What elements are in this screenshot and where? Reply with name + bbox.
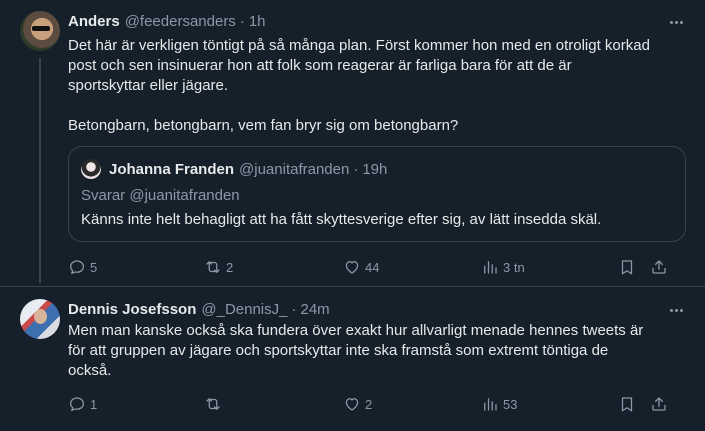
more-icon[interactable] bbox=[667, 12, 685, 32]
tweet-actions: 5 2 44 3 tn bbox=[68, 257, 670, 277]
separator: · bbox=[239, 12, 245, 30]
views-icon bbox=[484, 261, 497, 274]
tweet-text: Det här är verkligen töntigt på så många… bbox=[68, 36, 683, 96]
quoted-tweet[interactable]: Johanna Franden @juanitafranden · 19h Sv… bbox=[68, 146, 686, 242]
like-button[interactable]: 2 bbox=[343, 394, 372, 414]
tweet-header: Dennis Josefsson @_DennisJ_ · 24m bbox=[68, 299, 330, 319]
tweet-header: Anders @feedersanders · 1h bbox=[68, 11, 266, 31]
timestamp[interactable]: 24m bbox=[300, 301, 329, 318]
share-button[interactable] bbox=[650, 257, 668, 277]
like-button[interactable]: 44 bbox=[343, 257, 379, 277]
tweet-actions: 1 2 53 bbox=[68, 394, 670, 414]
quote-reply-to: Svarar @juanitafranden bbox=[81, 187, 240, 204]
quote-author-handle: @juanitafranden bbox=[239, 160, 350, 178]
views-button[interactable]: 3 tn bbox=[481, 257, 525, 277]
tweet-divider bbox=[0, 286, 705, 287]
retweet-icon bbox=[206, 261, 220, 273]
quote-text: Känns inte helt behagligt att ha fått sk… bbox=[81, 211, 602, 228]
quote-avatar bbox=[81, 159, 101, 179]
author-name[interactable]: Anders bbox=[68, 13, 120, 30]
tweet-text-line: också. bbox=[68, 362, 112, 379]
bookmark-button[interactable] bbox=[618, 394, 636, 414]
separator: · bbox=[353, 160, 359, 178]
author-handle[interactable]: @feedersanders bbox=[125, 13, 236, 30]
like-count: 2 bbox=[365, 396, 373, 412]
views-count: 3 tn bbox=[503, 259, 525, 275]
timestamp[interactable]: 1h bbox=[249, 13, 266, 30]
bookmark-icon bbox=[621, 260, 633, 275]
reply-icon bbox=[69, 260, 85, 275]
reply-count: 5 bbox=[90, 259, 98, 275]
share-button[interactable] bbox=[650, 394, 668, 414]
heart-icon bbox=[345, 398, 359, 411]
views-button[interactable]: 53 bbox=[481, 394, 517, 414]
views-icon bbox=[484, 398, 497, 411]
retweet-icon bbox=[206, 398, 220, 410]
tweet-text-line: Men man kanske också ska fundera över ex… bbox=[68, 322, 644, 339]
bookmark-icon bbox=[621, 397, 633, 412]
heart-icon bbox=[345, 261, 359, 274]
avatar[interactable] bbox=[20, 11, 60, 51]
quote-timestamp: 19h bbox=[362, 160, 388, 178]
tweet-text-paragraph: Betongbarn, betongbarn, vem fan bryr sig… bbox=[68, 117, 459, 134]
reply-button[interactable]: 1 bbox=[68, 394, 97, 414]
retweet-count: 2 bbox=[226, 259, 234, 275]
tweet-text: Men man kanske också ska fundera över ex… bbox=[68, 321, 683, 381]
avatar[interactable] bbox=[20, 299, 60, 339]
tweet-text-line: Det här är verkligen töntigt på så många… bbox=[68, 37, 650, 54]
author-name[interactable]: Dennis Josefsson bbox=[68, 301, 196, 318]
share-icon bbox=[652, 397, 666, 411]
retweet-button[interactable] bbox=[204, 394, 226, 414]
quote-author-name: Johanna Franden bbox=[109, 160, 235, 178]
reply-button[interactable]: 5 bbox=[68, 257, 97, 277]
views-count: 53 bbox=[503, 396, 518, 412]
reply-icon bbox=[69, 397, 85, 412]
share-icon bbox=[652, 260, 666, 274]
tweet-text-line: för att gruppen av jägare och sportskytt… bbox=[68, 342, 609, 359]
author-handle[interactable]: @_DennisJ_ bbox=[201, 301, 287, 318]
quote-header: Johanna Franden @juanitafranden · 19h bbox=[109, 159, 387, 179]
tweet-text-line: sportskyttar eller jägare. bbox=[68, 77, 229, 94]
reply-count: 1 bbox=[90, 396, 98, 412]
separator: · bbox=[291, 300, 297, 318]
like-count: 44 bbox=[365, 259, 380, 275]
thread-connector-line bbox=[39, 58, 41, 283]
more-icon[interactable] bbox=[667, 300, 685, 320]
tweet-text-line: post och sen insinuerar hon att folk som… bbox=[68, 57, 572, 74]
bookmark-button[interactable] bbox=[618, 257, 636, 277]
retweet-button[interactable]: 2 bbox=[204, 257, 233, 277]
